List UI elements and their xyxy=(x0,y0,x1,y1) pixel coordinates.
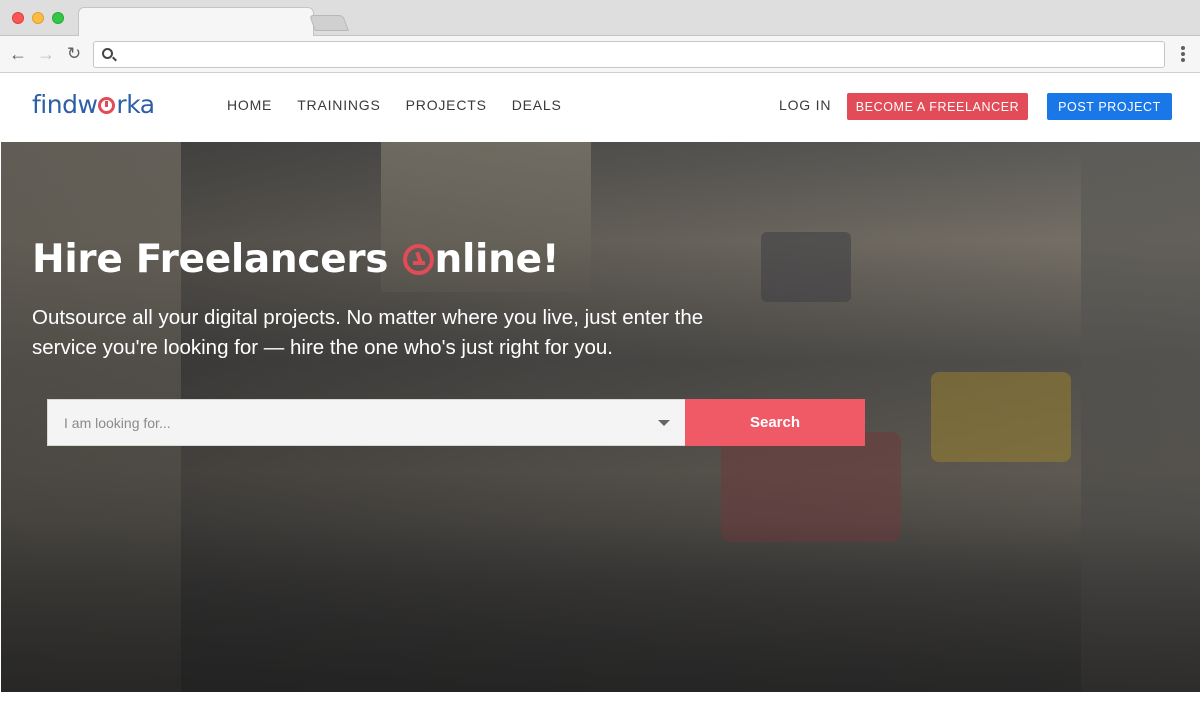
nav-home[interactable]: HOME xyxy=(227,97,272,113)
logo-o-mark-icon xyxy=(98,97,116,114)
findworka-logo[interactable]: findw rka xyxy=(32,90,155,120)
back-icon[interactable]: ← xyxy=(8,44,28,64)
minimize-window-button[interactable] xyxy=(32,12,44,24)
become-freelancer-button[interactable]: BECOME A FREELANCER xyxy=(847,93,1028,120)
new-tab-button[interactable] xyxy=(309,15,349,31)
hero-banner: Hire Freelancers nline! Outsource all yo… xyxy=(1,142,1200,692)
nav-trainings[interactable]: TRAININGS xyxy=(297,97,380,113)
maximize-window-button[interactable] xyxy=(52,12,64,24)
kebab-menu-icon[interactable] xyxy=(1178,46,1188,64)
service-search-box[interactable] xyxy=(47,399,686,446)
caret-down-icon[interactable] xyxy=(658,420,670,426)
clock-o-badge-icon xyxy=(402,244,434,275)
browser-toolbar: ← → ↻ xyxy=(0,36,1200,73)
browser-tab-active[interactable] xyxy=(78,7,314,37)
site-header: findw rka HOME TRAININGS PROJECTS DEALS L… xyxy=(0,73,1200,142)
main-nav: HOME TRAININGS PROJECTS DEALS xyxy=(227,97,562,113)
browser-titlebar xyxy=(0,0,1200,37)
close-window-button[interactable] xyxy=(12,12,24,24)
reload-icon[interactable]: ↻ xyxy=(64,44,84,64)
service-search-input[interactable] xyxy=(48,400,648,445)
search-icon xyxy=(102,48,113,59)
hero-headline: Hire Freelancers nline! xyxy=(32,237,560,282)
hero-subtitle: Outsource all your digital projects. No … xyxy=(32,306,704,359)
nav-deals[interactable]: DEALS xyxy=(512,97,562,113)
search-button[interactable]: Search xyxy=(685,399,865,446)
forward-icon[interactable]: → xyxy=(36,44,56,64)
post-project-button[interactable]: POST PROJECT xyxy=(1047,93,1172,120)
nav-projects[interactable]: PROJECTS xyxy=(406,97,487,113)
address-bar[interactable] xyxy=(93,41,1165,68)
login-link[interactable]: LOG IN xyxy=(779,97,831,113)
